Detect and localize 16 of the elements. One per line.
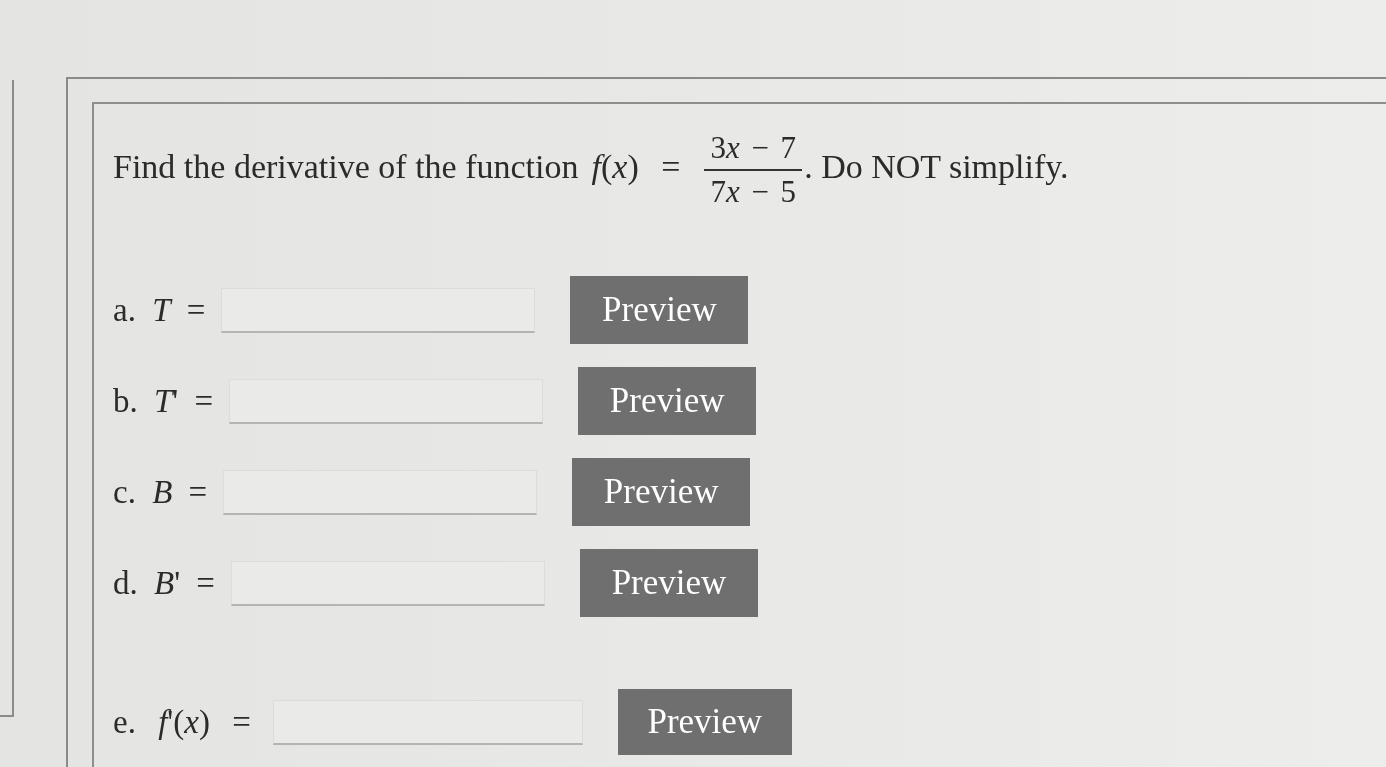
answer-field[interactable] <box>231 560 545 606</box>
preview-button[interactable]: Preview <box>617 689 792 756</box>
answer-field[interactable] <box>272 699 583 745</box>
answer-label: e. f'(x) = <box>113 703 251 741</box>
preview-button[interactable]: Preview <box>572 458 751 527</box>
preview-button[interactable]: Preview <box>570 276 749 345</box>
question-text: Find the derivative of the function f(x) = 3x − 7 7x − 5 . Do NOT simplify. <box>113 129 1070 212</box>
preview-button[interactable]: Preview <box>578 367 757 436</box>
answer-label: b. T' = <box>113 382 214 420</box>
answer-label: d. B' = <box>113 564 215 602</box>
preview-button[interactable]: Preview <box>580 549 758 618</box>
answer-field[interactable] <box>221 287 536 333</box>
answer-field[interactable] <box>229 378 544 424</box>
answer-field[interactable] <box>223 469 538 515</box>
answer-label: a. T = <box>113 291 206 329</box>
answer-label: c. B = <box>113 473 208 511</box>
